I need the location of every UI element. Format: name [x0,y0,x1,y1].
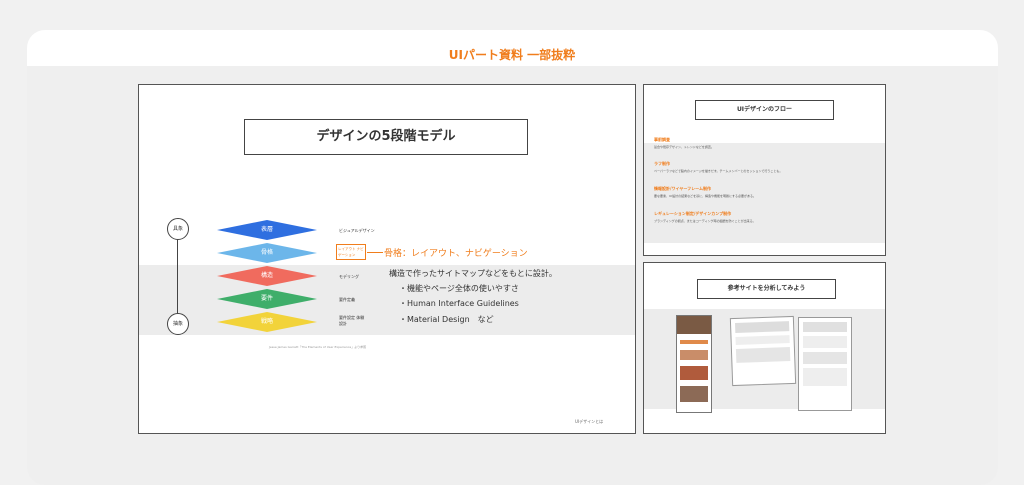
wireframe-block [735,335,790,345]
flow-step-heading: レギュレーション制定/デザインカンプ制作 [654,211,732,216]
wireframe-block [803,368,847,386]
wireframe-block [803,322,847,332]
description-text: 構造で作ったサイトマップなどをもとに設計。 [389,269,557,278]
flow-step-desc: 競合や既存デザイン、トレンドなどを調査。 [654,145,714,149]
bullet-item: ・Material Design など [399,315,494,324]
slide-title: デザインの5段階モデル [244,119,528,155]
bullet-item: ・Human Interface Guidelines [399,299,519,308]
wireframe-block [735,321,790,333]
flow-step-desc: ペーパーラフなどで脳内のイメージを描きだす。チームメンバーとのセッションで行うこ… [654,169,783,173]
wireframe-sketch [729,315,797,387]
abstract-circle: 抽象 [167,313,189,335]
screenshot-block [680,366,708,380]
screenshot-block [680,350,708,360]
caption: Jesse James Garrett「The Elements of User… [269,345,367,349]
wireframe-block [735,347,791,363]
highlight-connector [367,252,383,253]
bullet-item: ・機能やページ全体の使いやすさ [399,284,519,293]
layer-skeleton: 骨格 [217,243,317,263]
layer-label: モデリング [339,274,359,279]
flow-step-desc: 要な要素、UI設計の結果などを基に、構造や機能を明確にする必要がある。 [654,194,757,198]
section-title: UIパート資料 一部抜粋 [448,48,576,62]
slide-five-layer-model[interactable]: デザインの5段階モデル 具象 抽象 表層 骨格 構造 要件 戦略 ビジュアルデザ… [138,84,636,434]
concrete-circle: 具象 [167,218,189,240]
slide-title: UIデザインのフロー [695,100,834,120]
layer-surface: 表層 [217,220,317,240]
flow-step-heading: 事前調査 [654,137,670,142]
slide-analyze-reference-sites[interactable]: 参考サイトを分析してみよう [643,262,886,434]
slide-title: 参考サイトを分析してみよう [697,279,836,299]
highlight-text: 骨格：レイアウト、ナビゲーション [384,249,528,259]
wireframe-sketch [798,317,852,411]
wireframe-block [803,336,847,348]
screenshot-hero [677,316,711,334]
axis-line [177,238,178,322]
screenshot-bar [680,340,708,344]
layer-label-highlight: レイアウト ナビゲーション [336,244,366,260]
wireframe-block [803,352,847,364]
slide-band [139,265,635,335]
flow-step-heading: 情報設計/ワイヤーフレーム制作 [654,186,711,191]
slide-footer: UIデザインとは [575,419,604,424]
layer-label: 要件設定 体験設計 [339,315,365,326]
slide-ui-design-flow[interactable]: UIデザインのフロー 事前調査 競合や既存デザイン、トレンドなどを調査。 ラフ制… [643,84,886,256]
flow-step-desc: ブランディングの観点、またはコーディング時の齟齬を防ぐことが出来る。 [654,219,756,223]
slide-band [644,143,885,243]
flow-step-heading: ラフ制作 [654,161,670,166]
screenshot-block [680,386,708,402]
layer-label: ビジュアルデザイン [339,228,375,233]
layer-label: 要件定義 [339,297,355,302]
reference-site-screenshot [676,315,712,413]
